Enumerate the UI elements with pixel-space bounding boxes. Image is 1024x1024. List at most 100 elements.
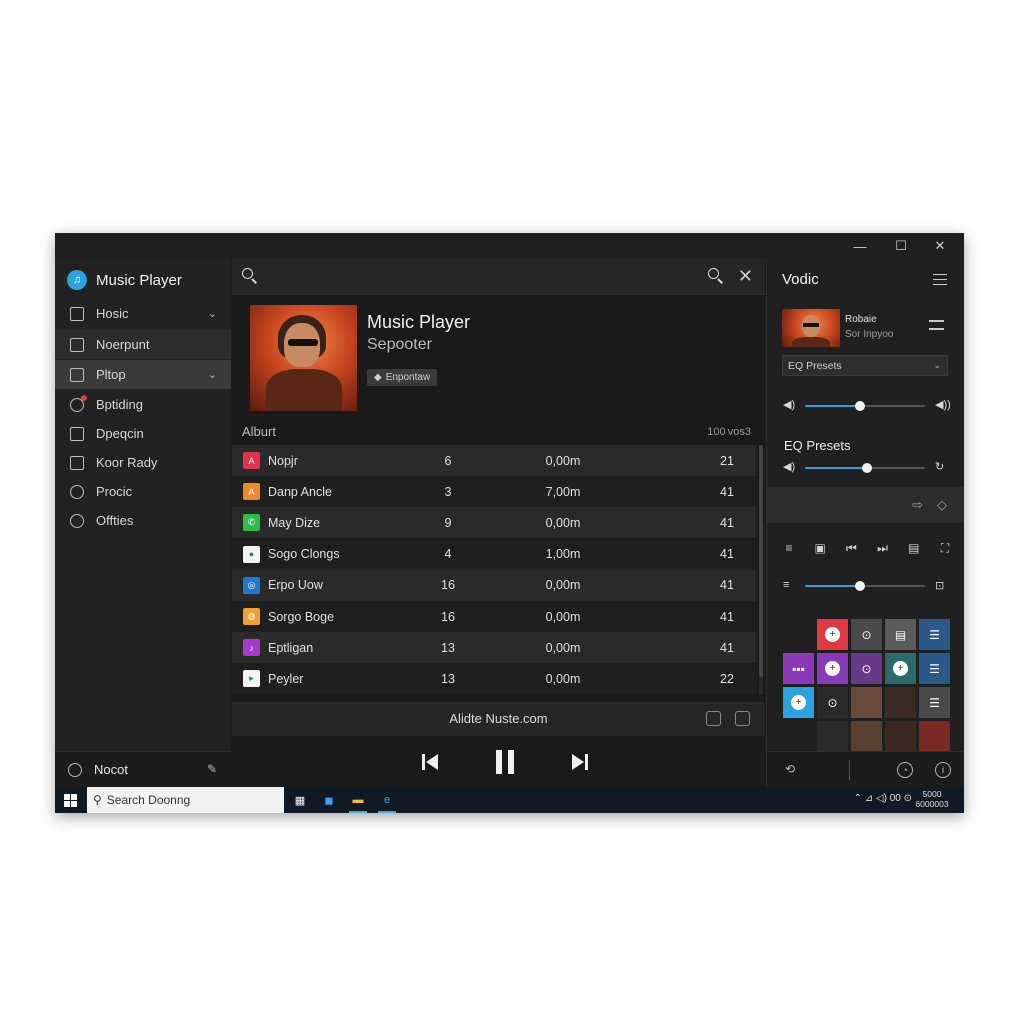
tile-disc[interactable]: ⊙: [851, 619, 882, 650]
scrollbar[interactable]: [759, 445, 763, 695]
eq-presets-label: EQ Presets: [784, 438, 851, 453]
list-icon: ≡: [783, 579, 790, 591]
table-row[interactable]: ♪ Eptligan 13 0,00m 41: [232, 632, 756, 664]
store-icon[interactable]: ◼: [320, 791, 338, 809]
tile-chat[interactable]: ▪▪▪: [783, 653, 814, 684]
taskview-icon[interactable]: ▦: [291, 791, 309, 809]
tile-add[interactable]: +: [885, 653, 916, 684]
table-row[interactable]: ✆ May Dize 9 0,00m 41: [232, 507, 756, 539]
diamond-icon[interactable]: ◇: [937, 497, 947, 513]
music-player-window: — ☐ ✕ ♫ Music Player Hosic ⌄ Noerpunt Pl…: [55, 233, 964, 813]
eq-presets-select[interactable]: EQ Presets ⌄: [782, 355, 948, 376]
right-panel: Vodic Robaie Sor Inpyoo EQ Presets ⌄ ◀) …: [766, 259, 964, 787]
table-row[interactable]: ◍ Sorgo Boge 16 0,00m 41: [232, 601, 756, 632]
tile-photo[interactable]: [851, 721, 882, 751]
minimize-button[interactable]: —: [842, 233, 878, 259]
table-row[interactable]: A Danp Ancle 3 7,00m 41: [232, 476, 756, 508]
sidebar-item-dpeqcin[interactable]: Dpeqcin: [55, 419, 231, 448]
tile-photo[interactable]: [885, 687, 916, 718]
start-button[interactable]: [64, 794, 77, 807]
edit-icon[interactable]: ✎: [207, 762, 217, 776]
previous-button[interactable]: [418, 749, 442, 775]
tile-doc[interactable]: ▤: [885, 619, 916, 650]
sidebar-footer-label: Nocot: [94, 762, 128, 777]
slider-knob[interactable]: [855, 581, 866, 591]
next-button[interactable]: [568, 749, 592, 775]
track-app-icon: A: [243, 483, 260, 501]
list-header-album: Alburt: [242, 424, 276, 439]
folder-icon[interactable]: ▤: [907, 541, 921, 555]
sidebar-item-bptiding[interactable]: Bptiding: [55, 390, 231, 419]
sidebar-footer-item[interactable]: Nocot ✎: [55, 751, 231, 787]
taskbar-search[interactable]: ⚲ Search Doonng: [87, 787, 284, 813]
volume-slider[interactable]: [805, 399, 925, 413]
tile-list[interactable]: ☰: [919, 687, 950, 718]
sidebar-item-hosic[interactable]: Hosic ⌄: [55, 299, 231, 328]
link-icon[interactable]: ⟲: [785, 762, 795, 776]
clock-date: 6000003: [915, 799, 949, 809]
tile-empty[interactable]: [817, 721, 848, 751]
now-playing-title: Music Player: [367, 312, 471, 332]
eq-slider[interactable]: [805, 461, 925, 475]
track-duration: 0,00m: [545, 671, 581, 686]
tile-list[interactable]: ☰: [919, 619, 950, 650]
tile-photo[interactable]: [885, 721, 916, 751]
tile-disc[interactable]: ⊙: [817, 687, 848, 718]
tag-button[interactable]: ◆ Enpontaw: [367, 369, 438, 386]
right-panel-title: Vodic: [782, 271, 819, 288]
pause-button[interactable]: [492, 749, 518, 775]
prev-icon[interactable]: ⏮: [844, 541, 858, 555]
info-icon[interactable]: i: [935, 762, 951, 778]
sidebar-item-procic[interactable]: Procic: [55, 477, 231, 506]
file-explorer-icon[interactable]: ▬: [349, 791, 367, 813]
search-icon[interactable]: [708, 268, 724, 284]
search-icon[interactable]: [242, 268, 258, 284]
menu-icon[interactable]: [933, 274, 947, 285]
slider-knob[interactable]: [855, 401, 866, 411]
reset-icon[interactable]: ↻: [935, 460, 944, 473]
repeat-icon[interactable]: [706, 711, 721, 726]
scrollbar-thumb[interactable]: [759, 445, 763, 677]
sidebar-item-offties[interactable]: Offties: [55, 506, 231, 535]
close-icon[interactable]: ✕: [738, 266, 753, 287]
track-name: Nopjr: [268, 453, 298, 468]
clock[interactable]: 5000 6000003: [912, 789, 952, 809]
chat-icon: [70, 455, 84, 470]
balance-slider[interactable]: [805, 579, 925, 593]
tile-add[interactable]: +: [817, 619, 848, 650]
connect-icon[interactable]: [926, 317, 946, 333]
forward-icon[interactable]: ⇨: [912, 497, 923, 513]
close-button[interactable]: ✕: [922, 233, 958, 259]
table-row[interactable]: ◎ Erpo Uow 16 0,00m 41: [232, 569, 756, 601]
table-row[interactable]: A Nopjr 6 0,00m 21: [232, 445, 756, 476]
track-number: 16: [441, 578, 455, 593]
mini-track-name: Robaie: [845, 314, 877, 325]
tile-photo[interactable]: [919, 721, 950, 751]
system-tray[interactable]: ⌃ ⊿ ◁) 00 ⊙: [854, 793, 912, 804]
sidebar-item-koor-rady[interactable]: Koor Rady: [55, 448, 231, 477]
tile-disc[interactable]: ⊙: [851, 653, 882, 684]
maximize-button[interactable]: ☐: [883, 233, 919, 259]
sidebar-item-pltop[interactable]: Pltop ⌄: [55, 360, 231, 389]
album-art: [250, 305, 357, 411]
edge-browser-icon[interactable]: e: [378, 791, 396, 813]
slider-knob[interactable]: [862, 463, 873, 473]
next-icon[interactable]: ⏭: [876, 541, 890, 555]
title-bar: — ☐ ✕: [55, 233, 964, 259]
note-icon[interactable]: ▣: [813, 541, 827, 555]
list-icon[interactable]: ≡: [782, 541, 796, 555]
track-list: A Nopjr 6 0,00m 21 A Danp Ancle 3 7,00m 41 ✆ May Di…: [232, 445, 756, 695]
search-bar[interactable]: ✕: [232, 259, 765, 295]
clock-icon[interactable]: ◔: [897, 762, 913, 778]
track-plays: 41: [720, 578, 734, 593]
table-row[interactable]: ● Sogo Clongs 4 1,00m 41: [232, 538, 756, 570]
tile-add[interactable]: +: [817, 653, 848, 684]
tile-add[interactable]: +: [783, 687, 814, 718]
fullscreen-icon[interactable]: ⛶: [938, 541, 952, 555]
table-row[interactable]: ▸ Peyler 13 0,00m 22: [232, 663, 756, 695]
queue-icon[interactable]: [735, 711, 750, 726]
sidebar-item-noerpunt[interactable]: Noerpunt: [55, 330, 231, 359]
tile-photo[interactable]: [851, 687, 882, 718]
sidebar-item-label: Noerpunt: [96, 337, 150, 352]
tile-list[interactable]: ☰: [919, 653, 950, 684]
